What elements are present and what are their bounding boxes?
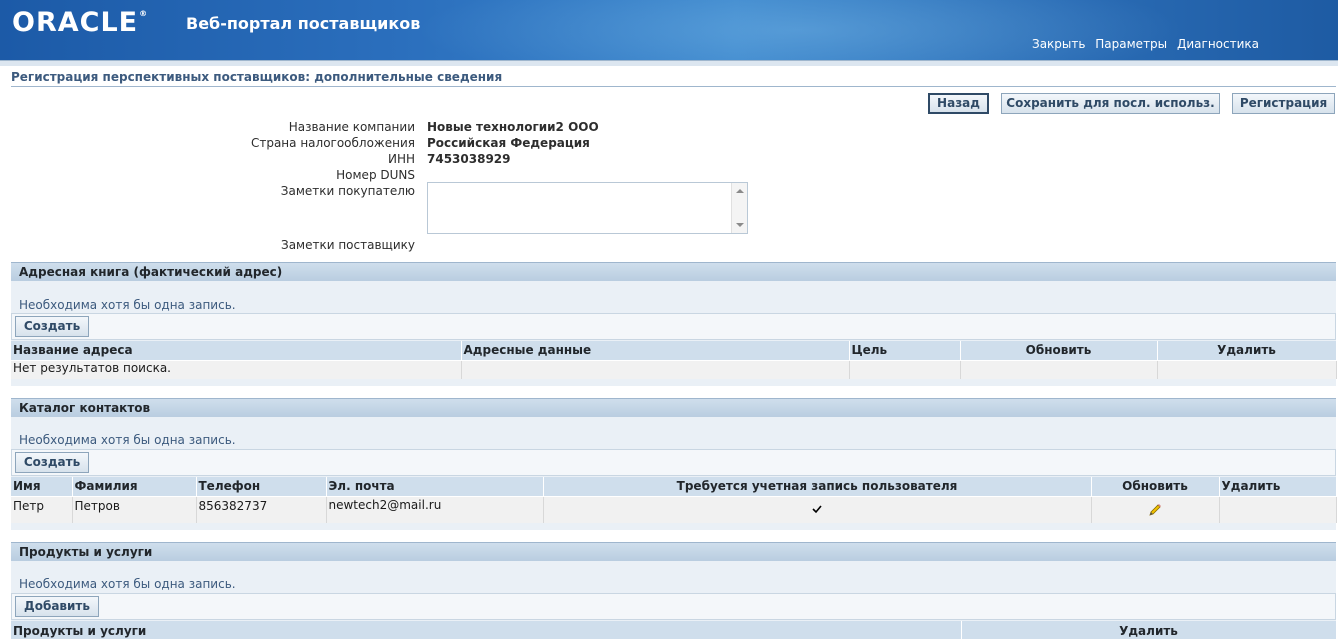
scroll-down-icon[interactable] — [736, 223, 744, 227]
address-book-toolbar: Создать — [11, 313, 1336, 340]
column-delete: Удалить — [1157, 341, 1337, 360]
column-account-required: Требуется учетная запись пользователя — [543, 477, 1092, 496]
app-header: ORACLE® Веб-портал поставщиков Закрыть П… — [0, 0, 1338, 60]
pencil-icon[interactable] — [1147, 502, 1163, 518]
empty-result-text: Нет результатов поиска. — [11, 359, 462, 379]
contact-email: newtech2@mail.ru — [326, 495, 544, 523]
column-last-name: Фамилия — [72, 477, 197, 496]
contact-phone: 856382737 — [196, 495, 327, 523]
supplier-notes-label: Заметки поставщику — [281, 238, 415, 252]
portal-title: Веб-портал поставщиков — [186, 14, 421, 33]
preferences-link[interactable]: Параметры — [1095, 37, 1167, 51]
company-name-label: Название компании — [288, 120, 415, 134]
scroll-up-icon[interactable] — [736, 189, 744, 193]
contacts-table: Имя Фамилия Телефон Эл. почта Требуется … — [11, 477, 1337, 523]
update-cell — [1091, 495, 1220, 523]
address-book-header: Адресная книга (фактический адрес) — [11, 262, 1336, 281]
column-delete: Удалить — [1219, 477, 1337, 496]
tax-country-label: Страна налогообложения — [250, 136, 415, 150]
add-product-button[interactable]: Добавить — [15, 596, 99, 617]
column-update: Обновить — [960, 341, 1158, 360]
close-link[interactable]: Закрыть — [1032, 37, 1085, 51]
products-header: Продукты и услуги — [11, 542, 1336, 561]
register-button[interactable]: Регистрация — [1232, 93, 1335, 114]
contacts-toolbar: Создать — [11, 449, 1336, 476]
header-divider — [0, 60, 1338, 66]
column-delete: Удалить — [961, 621, 1337, 639]
table-row: Нет результатов поиска. — [11, 359, 1337, 379]
delete-cell — [1219, 495, 1337, 523]
checkmark-icon — [812, 504, 822, 513]
contact-last-name: Петров — [72, 495, 197, 523]
column-email: Эл. почта — [326, 477, 544, 496]
address-table: Название адреса Адресные данные Цель Обн… — [11, 341, 1337, 379]
column-address-data: Адресные данные — [461, 341, 850, 360]
products-table: Продукты и услуги Удалить — [11, 621, 1337, 639]
column-purpose: Цель — [849, 341, 961, 360]
account-required-cell — [543, 495, 1092, 523]
column-update: Обновить — [1091, 477, 1220, 496]
create-contact-button[interactable]: Создать — [15, 452, 89, 473]
page-title: Регистрация перспективных поставщиков: д… — [11, 70, 503, 84]
textarea-scrollbar[interactable] — [731, 183, 747, 233]
oracle-logo: ORACLE® — [12, 7, 149, 38]
buyer-notes-label: Заметки покупателю — [280, 184, 415, 198]
tax-country-value: Российская Федерация — [427, 136, 590, 150]
company-name-value: Новые технологии2 ООО — [427, 120, 599, 134]
products-toolbar: Добавить — [11, 593, 1336, 620]
column-first-name: Имя — [11, 477, 73, 496]
column-address-name: Название адреса — [11, 341, 462, 360]
title-underline — [11, 86, 1336, 87]
duns-label: Номер DUNS — [336, 168, 415, 182]
products-note: Необходима хотя бы одна запись. — [19, 577, 236, 591]
buyer-notes-textarea[interactable] — [427, 182, 748, 234]
contact-first-name: Петр — [11, 495, 73, 523]
inn-value: 7453038929 — [427, 152, 511, 166]
address-book-note: Необходима хотя бы одна запись. — [19, 298, 236, 312]
save-for-later-button[interactable]: Сохранить для посл. использ. — [1001, 93, 1220, 114]
table-row: Петр Петров 856382737 newtech2@mail.ru — [11, 495, 1337, 523]
back-button[interactable]: Назад — [928, 93, 989, 114]
create-address-button[interactable]: Создать — [15, 316, 89, 337]
contacts-header: Каталог контактов — [11, 398, 1336, 417]
column-products: Продукты и услуги — [11, 621, 962, 639]
contacts-note: Необходима хотя бы одна запись. — [19, 433, 236, 447]
column-phone: Телефон — [196, 477, 327, 496]
diagnostics-link[interactable]: Диагностика — [1177, 37, 1259, 51]
global-links: Закрыть Параметры Диагностика — [1032, 37, 1265, 51]
inn-label: ИНН — [387, 152, 415, 166]
